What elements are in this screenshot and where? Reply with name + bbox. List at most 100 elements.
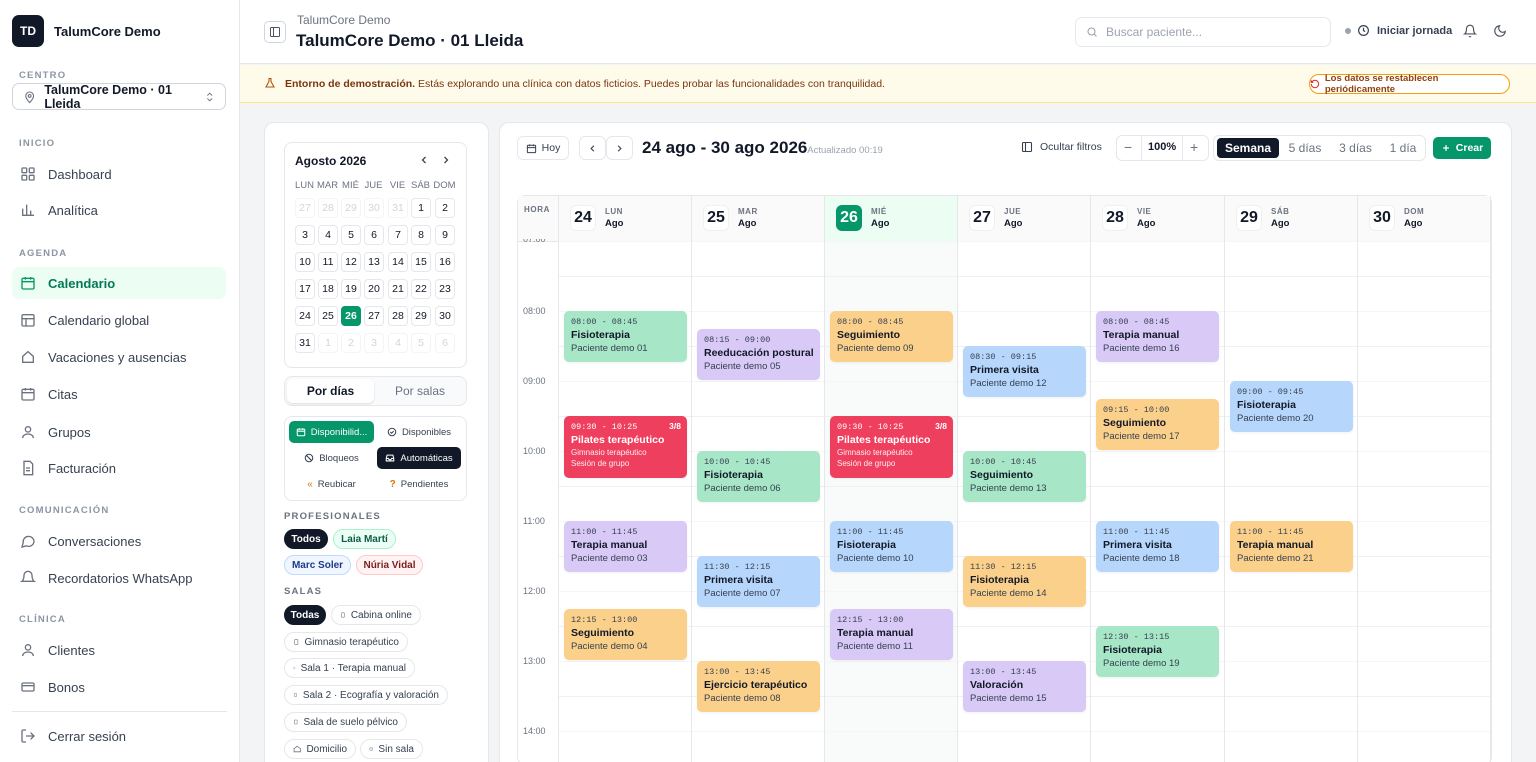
mini-calendar-day[interactable]: 25 [318,306,338,326]
center-select[interactable]: TalumCore Demo · 01 Lleida [12,83,226,111]
day-header-number[interactable]: 24 [570,205,596,231]
today-button[interactable]: Hoy [517,136,569,160]
automatic-filter[interactable]: Automáticas [377,447,461,469]
view-5days-tab[interactable]: 5 días [1282,138,1328,158]
view-week-tab[interactable]: Semana [1217,138,1279,158]
appointment-card[interactable]: 09:15 - 10:00 Seguimiento Paciente demo 17 [1096,399,1219,450]
mini-calendar-day[interactable]: 6 [364,225,384,245]
mini-calendar-day[interactable]: 7 [388,225,408,245]
sidebar-item-grupos[interactable]: Grupos [12,416,226,448]
mini-calendar-day[interactable]: 1 [411,198,431,218]
appointment-card[interactable]: 12:15 - 13:00 Seguimiento Paciente demo 04 [564,609,687,660]
by-rooms-tab[interactable]: Por salas [376,379,464,403]
appointment-card[interactable]: 08:00 - 08:45 Fisioterapia Paciente demo 0… [564,311,687,362]
day-header-number[interactable]: 26 [836,205,862,231]
mini-calendar-day[interactable]: 2 [435,198,455,218]
mini-calendar-day[interactable]: 3 [295,225,315,245]
sidebar-item-anal-tica[interactable]: Analítica [12,194,226,226]
mini-calendar-day[interactable]: 27 [364,306,384,326]
mini-calendar-day[interactable]: 15 [411,252,431,272]
appointment-card[interactable]: 11:00 - 11:45 Terapia manual Paciente demo… [564,521,687,572]
mini-calendar-day[interactable]: 16 [435,252,455,272]
mini-calendar-day[interactable]: 28 [318,198,338,218]
appointment-card[interactable]: 08:30 - 09:15 Primera visita Paciente demo… [963,346,1086,397]
sidebar-item-recordatorios-whatsapp[interactable]: Recordatorios WhatsApp [12,562,226,594]
mini-calendar-day[interactable]: 1 [318,333,338,353]
sidebar-item-vacaciones-y-ausencias[interactable]: Vacaciones y ausencias [12,341,226,373]
professional-chip-all[interactable]: Todos [284,529,328,549]
mini-calendar-day[interactable]: 29 [341,198,361,218]
mini-calendar-day[interactable]: 3 [364,333,384,353]
room-chip-none[interactable]: Sin sala [360,739,423,759]
sidebar-item-bonos[interactable]: Bonos [12,671,226,703]
by-days-tab[interactable]: Por días [287,379,374,403]
appointment-card[interactable]: 10:00 - 10:45 Fisioterapia Paciente demo 0… [697,451,820,502]
mini-calendar-day[interactable]: 13 [364,252,384,272]
mini-calendar-day[interactable]: 31 [295,333,315,353]
mini-calendar-day[interactable]: 17 [295,279,315,299]
appointment-card[interactable]: 13:00 - 13:45 Ejercicio terapéutico Pacien… [697,661,820,712]
toggle-sidebar-button[interactable] [264,21,286,43]
pending-filter[interactable]: ? Pendientes [377,473,461,495]
mini-calendar-day[interactable]: 26 [341,306,361,326]
search-input[interactable]: Buscar paciente... [1075,17,1331,47]
mini-calendar-day[interactable]: 29 [411,306,431,326]
blocks-filter[interactable]: Bloqueos [289,447,374,469]
zoom-out-button[interactable]: − [1124,140,1132,154]
mini-calendar-day[interactable]: 30 [364,198,384,218]
view-3days-tab[interactable]: 3 días [1332,138,1379,158]
mini-calendar-day[interactable]: 23 [435,279,455,299]
mini-calendar-day[interactable]: 19 [341,279,361,299]
appointment-card[interactable]: 09:30 - 10:25 Pilates terapéutico Gimnasio… [564,416,687,478]
day-header-number[interactable]: 30 [1369,205,1395,231]
mini-calendar-day[interactable]: 12 [341,252,361,272]
bell-icon[interactable] [1463,24,1477,38]
day-header-number[interactable]: 27 [969,205,995,231]
professional-chip-marc[interactable]: Marc Soler [284,555,351,575]
appointment-card[interactable]: 11:00 - 11:45 Terapia manual Paciente demo… [1230,521,1353,572]
appointment-card[interactable]: 08:00 - 08:45 Seguimiento Paciente demo 09 [830,311,953,362]
appointment-card[interactable]: 13:00 - 13:45 Valoración Paciente demo 15 [963,661,1086,712]
next-week-button[interactable] [606,136,633,160]
logout-button[interactable]: Cerrar sesión [12,720,226,752]
appointment-card[interactable]: 11:30 - 12:15 Fisioterapia Paciente demo 1… [963,556,1086,607]
appointment-card[interactable]: 11:30 - 12:15 Primera visita Paciente demo… [697,556,820,607]
sidebar-item-calendario[interactable]: Calendario [12,267,226,299]
mini-calendar-day[interactable]: 11 [318,252,338,272]
professional-chip-nuria[interactable]: Núria Vidal [356,555,423,575]
mini-calendar-day[interactable]: 5 [411,333,431,353]
mini-calendar-day[interactable]: 10 [295,252,315,272]
create-button[interactable]: Crear [1433,137,1491,159]
room-chip-sala2[interactable]: Sala 2 · Ecografía y valoración [284,685,448,705]
sidebar-item-clientes[interactable]: Clientes [12,634,226,666]
appointment-card[interactable]: 08:00 - 08:45 Terapia manual Paciente demo… [1096,311,1219,362]
mini-calendar-day[interactable]: 22 [411,279,431,299]
mini-calendar-day[interactable]: 14 [388,252,408,272]
appointment-card[interactable]: 09:00 - 09:45 Fisioterapia Paciente demo 2… [1230,381,1353,432]
room-chip-gym[interactable]: Gimnasio terapéutico [284,632,408,652]
zoom-in-button[interactable]: + [1190,140,1198,154]
appointment-card[interactable]: 12:30 - 13:15 Fisioterapia Paciente demo 1… [1096,626,1219,677]
room-chip-pelvic[interactable]: Sala de suelo pélvico [284,712,407,732]
mini-calendar-day[interactable]: 4 [388,333,408,353]
moon-icon[interactable] [1493,24,1507,38]
mini-calendar-day[interactable]: 8 [411,225,431,245]
mini-calendar-day[interactable]: 20 [364,279,384,299]
appointment-card[interactable]: 11:00 - 11:45 Fisioterapia Paciente demo 1… [830,521,953,572]
appointment-card[interactable]: 09:30 - 10:25 Pilates terapéutico Gimnasio… [830,416,953,478]
mini-calendar-day[interactable]: 30 [435,306,455,326]
room-chip-online[interactable]: Cabina online [331,605,421,625]
mini-calendar-day[interactable]: 31 [388,198,408,218]
mini-calendar-day[interactable]: 28 [388,306,408,326]
prev-week-button[interactable] [579,136,606,160]
mini-calendar-day[interactable]: 5 [341,225,361,245]
mini-calendar-day[interactable]: 27 [295,198,315,218]
available-filter[interactable]: Disponibles [377,421,461,443]
room-chip-home[interactable]: Domicilio [284,739,356,759]
view-1day-tab[interactable]: 1 día [1382,138,1424,158]
chevron-left-icon[interactable] [418,154,430,166]
day-header-number[interactable]: 28 [1102,205,1128,231]
room-chip-all[interactable]: Todas [284,605,326,625]
sidebar-item-calendario-global[interactable]: Calendario global [12,304,226,336]
appointment-card[interactable]: 11:00 - 11:45 Primera visita Paciente demo… [1096,521,1219,572]
